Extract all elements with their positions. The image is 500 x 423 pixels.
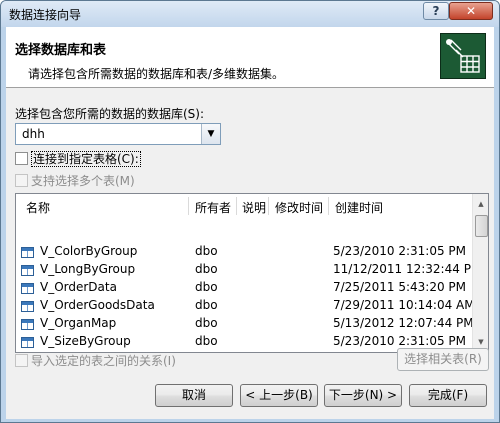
dialog-window: 数据连接向导 ? ✕ 选择数据库和表 请选择包含所需数据的数据库和表/多维数据集… bbox=[0, 0, 500, 423]
cancel-button[interactable]: 取消 bbox=[155, 384, 233, 407]
column-separator bbox=[328, 197, 329, 215]
table-row[interactable]: V_OrderGoodsData dbo 7/29/2011 10:14:04 … bbox=[16, 298, 475, 316]
back-button[interactable]: < 上一步(B) bbox=[240, 384, 318, 407]
table-owner: dbo bbox=[195, 262, 218, 276]
table-icon bbox=[21, 301, 34, 312]
dialog-body: 选择数据库和表 请选择包含所需数据的数据库和表/多维数据集。 选择包含您所需的数… bbox=[6, 27, 494, 419]
finish-button[interactable]: 完成(F) bbox=[409, 384, 487, 407]
table-name: V_OrderGoodsData bbox=[40, 298, 155, 312]
multi-select-label: 支持选择多个表(M) bbox=[31, 174, 135, 188]
help-button[interactable]: ? bbox=[423, 2, 449, 20]
table-owner: dbo bbox=[195, 280, 218, 294]
table-icon bbox=[21, 265, 34, 276]
table-row[interactable]: V_LongByGroup dbo 11/12/2011 12:32:44 PM bbox=[16, 262, 481, 280]
scrollbar-thumb[interactable] bbox=[475, 215, 488, 237]
table-name: V_OrderData bbox=[40, 280, 117, 294]
table-icon bbox=[21, 337, 34, 348]
scroll-up-icon[interactable]: ▲ bbox=[473, 196, 488, 212]
table-icon bbox=[21, 283, 34, 294]
table-row[interactable]: V_OrderData dbo 7/25/2011 5:43:20 PM bbox=[16, 280, 472, 298]
database-value: dhh bbox=[22, 127, 45, 141]
table-owner: dbo bbox=[195, 298, 218, 312]
column-separator bbox=[268, 197, 269, 215]
table-name: V_OrganMap bbox=[40, 316, 117, 330]
vertical-scrollbar[interactable]: ▲ ▼ bbox=[472, 194, 488, 352]
table-owner: dbo bbox=[195, 316, 218, 330]
connect-table-label-text: 连接到指定表格(C): bbox=[31, 151, 141, 167]
column-separator bbox=[236, 197, 237, 215]
database-select[interactable]: dhh ▼ bbox=[15, 123, 221, 145]
connect-table-checkbox[interactable] bbox=[15, 152, 28, 165]
table-icon bbox=[21, 319, 34, 330]
close-button[interactable]: ✕ bbox=[449, 2, 493, 20]
column-header-owner[interactable]: 所有者 bbox=[195, 199, 231, 216]
import-relations-label: 导入选定的表之间的关系(I) bbox=[31, 354, 176, 368]
table-created: 7/25/2011 5:43:20 PM bbox=[333, 280, 467, 294]
table-row[interactable]: V_OrganMap dbo 5/13/2012 12:07:44 PM bbox=[16, 316, 474, 334]
table-created: 5/23/2010 2:31:05 PM bbox=[333, 334, 467, 348]
select-related-button[interactable]: 选择相关表(R) bbox=[397, 348, 489, 371]
table-created: 7/29/2011 10:14:04 AM bbox=[333, 298, 475, 312]
column-header-name[interactable]: 名称 bbox=[26, 199, 50, 216]
table-name: V_ColorByGroup bbox=[40, 244, 138, 258]
import-relations-checkbox[interactable] bbox=[15, 354, 28, 367]
connect-table-label: 连接到指定表格(C): bbox=[31, 150, 141, 167]
column-header-description[interactable]: 说明 bbox=[242, 199, 266, 216]
table-owner: dbo bbox=[195, 334, 218, 348]
page-title: 选择数据库和表 bbox=[15, 43, 107, 58]
table-created: 5/13/2012 12:07:44 PM bbox=[333, 316, 474, 330]
table-created: 5/23/2010 2:31:05 PM bbox=[333, 244, 467, 258]
multi-select-checkbox[interactable] bbox=[15, 174, 28, 187]
table-icon bbox=[21, 247, 34, 258]
table-row[interactable]: V_ColorByGroup dbo 5/23/2010 2:31:05 PM bbox=[16, 244, 472, 262]
window-title: 数据连接向导 bbox=[9, 8, 82, 22]
database-label: 选择包含您所需的数据的数据库(S): bbox=[15, 107, 205, 121]
table-name: V_SizeByGroup bbox=[40, 334, 131, 348]
database-table-icon bbox=[440, 33, 486, 79]
title-bar[interactable]: 数据连接向导 ? ✕ bbox=[1, 1, 499, 27]
wizard-header: 选择数据库和表 请选择包含所需数据的数据库和表/多维数据集。 bbox=[6, 27, 494, 88]
next-button[interactable]: 下一步(N) > bbox=[324, 384, 402, 407]
column-header-modified[interactable]: 修改时间 bbox=[275, 199, 323, 216]
column-separator bbox=[188, 197, 189, 215]
chevron-down-icon[interactable]: ▼ bbox=[201, 124, 220, 144]
table-list[interactable]: 名称 所有者 说明 修改时间 创建时间 V_ColorByGroup dbo 5… bbox=[15, 193, 489, 353]
table-owner: dbo bbox=[195, 244, 218, 258]
table-created: 11/12/2011 12:32:44 PM bbox=[333, 262, 482, 276]
page-subtitle: 请选择包含所需数据的数据库和表/多维数据集。 bbox=[28, 67, 285, 81]
column-header-created[interactable]: 创建时间 bbox=[335, 199, 383, 216]
table-name: V_LongByGroup bbox=[40, 262, 136, 276]
